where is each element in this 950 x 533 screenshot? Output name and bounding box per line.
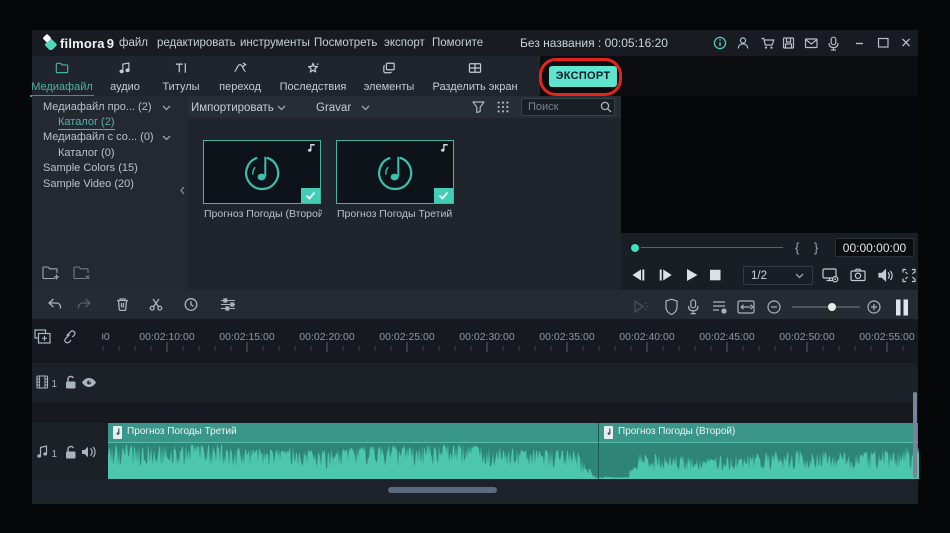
svg-text:1: 1: [52, 379, 58, 390]
svg-text:1: 1: [52, 449, 58, 460]
